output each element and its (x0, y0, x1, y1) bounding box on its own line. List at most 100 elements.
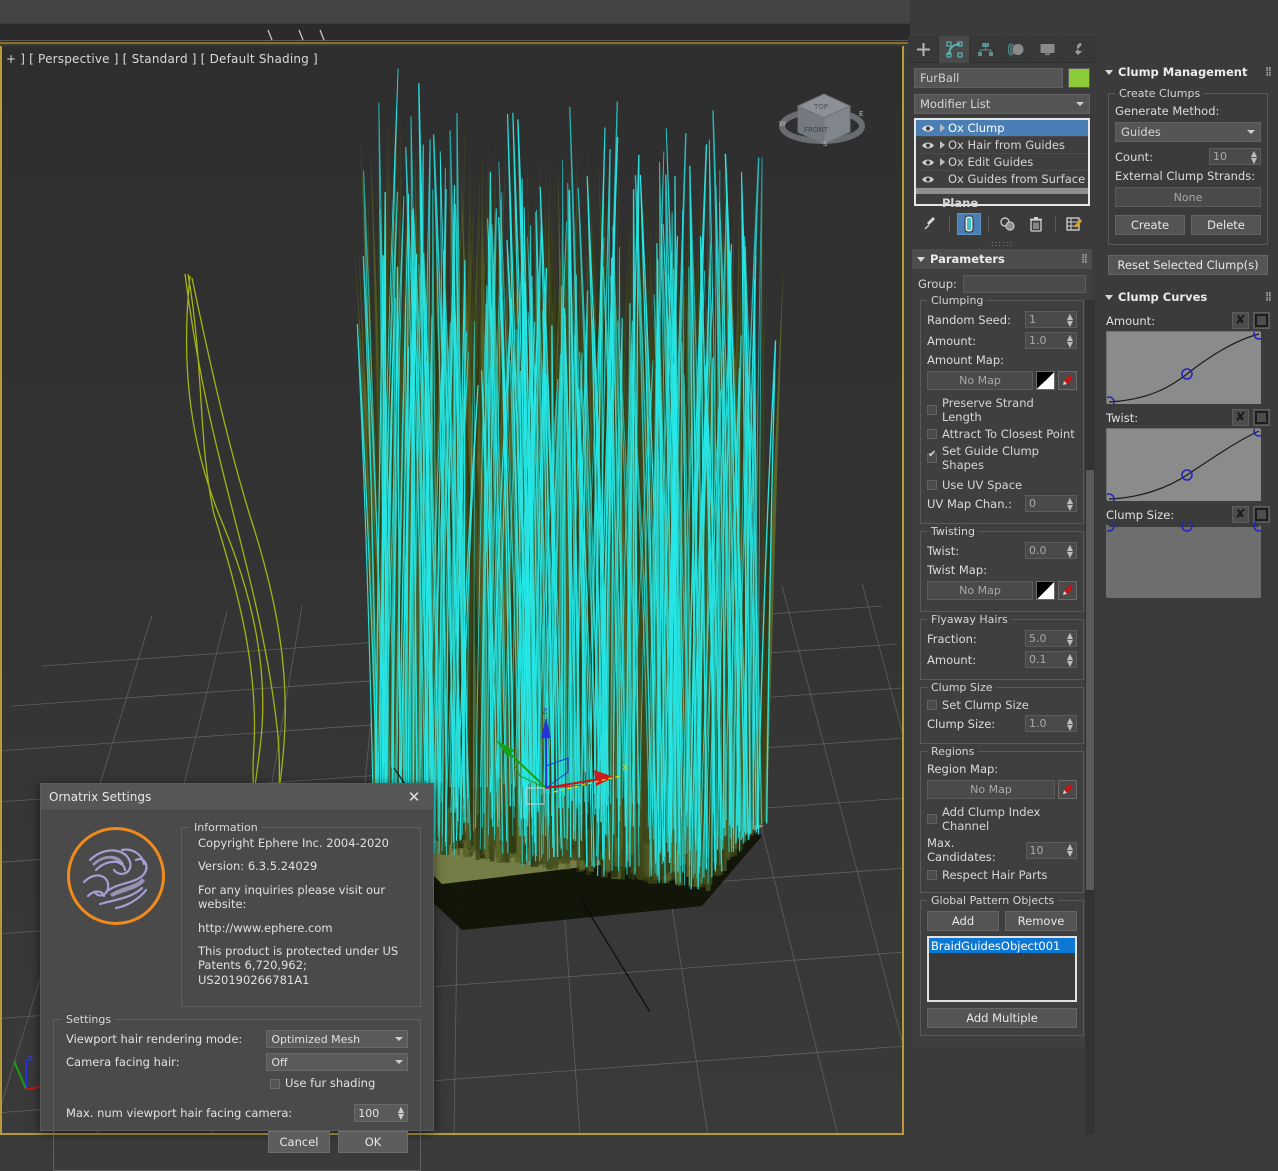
stack-item-ox-guides-from-surface[interactable]: Ox Guides from Surface (916, 171, 1088, 188)
clump-size-stepper[interactable]: 1.0 ▲▼ (1025, 715, 1077, 732)
dialog-titlebar[interactable]: Ornatrix Settings ✕ (41, 784, 433, 811)
twist-map-gradient-icon[interactable] (1036, 581, 1055, 600)
flyaway-fraction-stepper[interactable]: 5.0 ▲▼ (1025, 630, 1077, 647)
add-clump-index-row[interactable]: Add Clump Index Channel (927, 805, 1077, 833)
viewport-mode-select[interactable]: Optimized Mesh (266, 1030, 408, 1048)
camera-facing-select[interactable]: Off (266, 1053, 408, 1071)
respect-hair-parts-row[interactable]: Respect Hair Parts (927, 868, 1077, 882)
show-end-result-button[interactable] (957, 213, 981, 235)
amount-map-gradient-icon[interactable] (1036, 371, 1055, 390)
uv-map-chan-stepper[interactable]: 0 ▲▼ (1025, 495, 1077, 512)
display-tab[interactable] (1032, 36, 1063, 63)
stepper-arrows-icon[interactable]: ▲▼ (398, 1106, 404, 1120)
add-clump-index-checkbox[interactable] (927, 814, 937, 824)
pin-icon[interactable] (918, 213, 942, 235)
stepper-arrows-icon[interactable]: ▲▼ (1067, 632, 1073, 646)
use-uv-space-row[interactable]: Use UV Space (927, 478, 1077, 492)
eye-icon[interactable] (920, 138, 936, 152)
stepper-arrows-icon[interactable]: ▲▼ (1067, 544, 1073, 558)
hierarchy-tab[interactable] (970, 36, 1001, 63)
eye-icon[interactable] (920, 172, 936, 186)
twist-map-picker-icon[interactable] (1058, 581, 1077, 600)
expand-triangle-icon[interactable] (936, 141, 948, 149)
amount-curve-open-icon[interactable] (1253, 312, 1270, 329)
group-input[interactable] (963, 275, 1086, 293)
add-multiple-button[interactable]: Add Multiple (927, 1008, 1077, 1028)
region-map-picker-icon[interactable] (1058, 780, 1077, 799)
eye-icon[interactable] (920, 155, 936, 169)
motion-tab[interactable] (1001, 36, 1032, 63)
set-clump-size-checkbox[interactable] (927, 700, 937, 710)
global-pattern-remove-button[interactable]: Remove (1005, 911, 1077, 931)
clump-management-header[interactable]: Clump Management ⣿ (1100, 62, 1276, 82)
cancel-button[interactable]: Cancel (268, 1131, 330, 1153)
global-pattern-add-button[interactable]: Add (927, 911, 999, 931)
ornatrix-settings-dialog[interactable]: Ornatrix Settings ✕ (40, 783, 434, 1131)
stack-item-ox-edit-guides[interactable]: Ox Edit Guides (916, 154, 1088, 171)
twist-map-button[interactable]: No Map (927, 581, 1033, 600)
stack-item-ox-hair-from-guides[interactable]: Ox Hair from Guides (916, 137, 1088, 154)
clump-size-curve-clear-icon[interactable]: ✘ (1232, 506, 1249, 523)
create-button[interactable]: Create (1115, 215, 1185, 235)
trash-icon[interactable] (1024, 213, 1048, 235)
scrollbar-thumb[interactable] (1086, 470, 1094, 890)
fur-shading-checkbox[interactable] (270, 1079, 280, 1089)
region-map-button[interactable]: No Map (927, 780, 1055, 799)
twist-curve-clear-icon[interactable]: ✘ (1232, 409, 1249, 426)
set-guide-clump-shapes-checkbox[interactable] (927, 453, 937, 463)
clump-size-curve-editor[interactable] (1106, 525, 1260, 597)
preserve-strand-length-checkbox[interactable] (927, 405, 937, 415)
max-candidates-stepper[interactable]: 10 ▲▼ (1026, 842, 1077, 859)
global-pattern-list[interactable]: BraidGuidesObject001 (927, 936, 1077, 1002)
flyaway-amount-stepper[interactable]: 0.1 ▲▼ (1025, 651, 1077, 668)
reset-selected-clumps-button[interactable]: Reset Selected Clump(s) (1108, 255, 1268, 275)
object-color-swatch[interactable] (1068, 68, 1090, 88)
twist-curve-editor[interactable] (1106, 428, 1260, 500)
configure-sets-icon[interactable] (1063, 213, 1087, 235)
object-name-input[interactable]: FurBall (914, 68, 1063, 88)
front-viewport-crop[interactable]: x + ] [ Front ] [ Standard ] [ Wireframe… (0, 24, 910, 44)
random-seed-stepper[interactable]: 1 ▲▼ (1025, 311, 1077, 328)
attract-to-closest-point-checkbox[interactable] (927, 429, 937, 439)
expand-triangle-icon[interactable] (936, 158, 948, 166)
stepper-arrows-icon[interactable]: ▲▼ (1067, 717, 1073, 731)
amount-map-button[interactable]: No Map (927, 371, 1033, 390)
set-guide-clump-shapes-row[interactable]: Set Guide Clump Shapes (927, 444, 1077, 472)
clump-size-curve-open-icon[interactable] (1253, 506, 1270, 523)
use-uv-space-checkbox[interactable] (927, 480, 937, 490)
attract-to-closest-point-row[interactable]: Attract To Closest Point (927, 427, 1077, 441)
panel-grip[interactable]: :::::: (908, 239, 1096, 249)
preserve-strand-length-row[interactable]: Preserve Strand Length (927, 396, 1077, 424)
modifier-stack[interactable]: Ox Clump Ox Hair from Guides Ox Edit Gui… (914, 118, 1090, 206)
eye-icon[interactable] (920, 121, 936, 135)
stepper-arrows-icon[interactable]: ▲▼ (1067, 843, 1073, 857)
stepper-arrows-icon[interactable]: ▲▼ (1067, 334, 1073, 348)
parameters-rollout-header[interactable]: Parameters ⣿ (912, 249, 1092, 269)
amount-map-picker-icon[interactable] (1058, 371, 1077, 390)
utilities-tab[interactable] (1063, 36, 1094, 63)
max-num-stepper[interactable]: 100 ▲▼ (354, 1104, 408, 1122)
close-icon[interactable]: ✕ (403, 787, 425, 807)
modifier-list-dropdown[interactable]: Modifier List (914, 94, 1090, 114)
stack-item-ox-clump[interactable]: Ox Clump (916, 120, 1088, 137)
command-panel-scrollbar[interactable] (1085, 300, 1095, 1135)
amount-curve-clear-icon[interactable]: ✘ (1232, 312, 1249, 329)
twist-curve-open-icon[interactable] (1253, 409, 1270, 426)
stepper-arrows-icon[interactable]: ▲▼ (1251, 150, 1257, 164)
external-clump-strands-button[interactable]: None (1115, 187, 1261, 207)
stepper-arrows-icon[interactable]: ▲▼ (1067, 497, 1073, 511)
set-clump-size-row[interactable]: Set Clump Size (927, 698, 1077, 712)
count-stepper[interactable]: 10 ▲▼ (1209, 148, 1261, 165)
generate-method-select[interactable]: Guides (1115, 122, 1261, 142)
stepper-arrows-icon[interactable]: ▲▼ (1067, 653, 1073, 667)
stepper-arrows-icon[interactable]: ▲▼ (1067, 313, 1073, 327)
amount-stepper[interactable]: 1.0 ▲▼ (1025, 332, 1077, 349)
respect-hair-parts-checkbox[interactable] (927, 870, 937, 880)
clump-curves-header[interactable]: Clump Curves ⣿ (1100, 287, 1276, 307)
list-item[interactable]: BraidGuidesObject001 (929, 938, 1075, 953)
amount-curve-editor[interactable] (1106, 331, 1260, 403)
ok-button[interactable]: OK (338, 1131, 408, 1153)
twist-stepper[interactable]: 0.0 ▲▼ (1025, 542, 1077, 559)
delete-button[interactable]: Delete (1191, 215, 1261, 235)
create-tab[interactable] (908, 36, 939, 63)
